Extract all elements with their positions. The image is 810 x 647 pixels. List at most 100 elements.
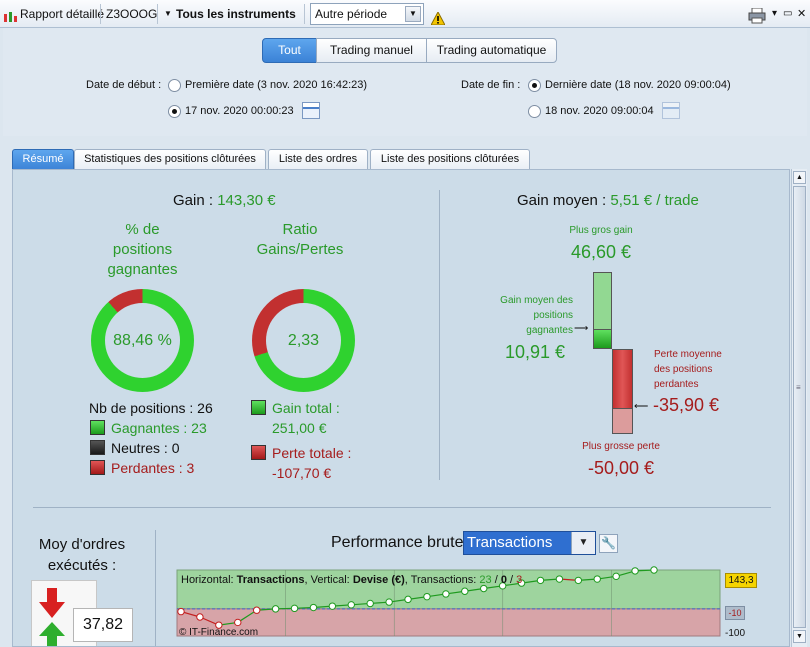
start-date-label: Date de début : bbox=[86, 79, 162, 91]
minimize-icon[interactable]: ▭ bbox=[783, 0, 792, 28]
avg-win-label: Gain moyen des positions gagnantes bbox=[500, 295, 573, 336]
total-gain-label: Gain total : bbox=[272, 400, 340, 416]
chart-point bbox=[385, 598, 393, 606]
performance-title: Performance brute bbox=[331, 534, 464, 551]
chart-point bbox=[593, 575, 601, 583]
avg-win-value: 10,91 € bbox=[505, 342, 566, 362]
winners-swatch bbox=[90, 420, 105, 435]
winners-count: Gagnantes : 23 bbox=[111, 420, 207, 436]
scroll-grip-icon: ≡ bbox=[796, 383, 801, 392]
orders-divider bbox=[155, 530, 156, 646]
biggest-loss-value: -50,00 € bbox=[587, 458, 655, 478]
chart-point bbox=[574, 576, 583, 585]
biggest-loss-label: Plus grosse perte bbox=[582, 441, 660, 452]
scroll-up-icon[interactable]: ▲ bbox=[793, 171, 806, 184]
printer-icon[interactable] bbox=[748, 6, 766, 24]
chart-point bbox=[347, 601, 355, 609]
chart-point bbox=[442, 590, 450, 598]
start-custom-radio[interactable] bbox=[168, 105, 181, 118]
chart-legend: Horizontal: Transactions, Vertical: Devi… bbox=[181, 574, 523, 586]
instruments-dropdown-icon[interactable]: ▼ bbox=[164, 0, 172, 28]
tab-orders[interactable]: Liste des ordres bbox=[268, 149, 368, 170]
neutrals-swatch bbox=[90, 440, 105, 455]
performance-select[interactable]: Transactions ▼ bbox=[463, 531, 596, 555]
total-loss-label: Perte totale : bbox=[272, 445, 352, 461]
end-last-label: Dernière date (18 nov. 2020 09:00:04) bbox=[545, 79, 731, 91]
report-icon bbox=[3, 7, 18, 22]
chart-point bbox=[404, 595, 412, 604]
start-first-label: Première date (3 nov. 2020 16:42:23) bbox=[185, 79, 368, 91]
account-label[interactable]: Z3OOOG bbox=[106, 0, 157, 28]
tab-closed-list[interactable]: Liste des positions clôturées bbox=[370, 149, 530, 170]
start-first-radio[interactable] bbox=[168, 79, 181, 92]
chart-point bbox=[555, 575, 564, 583]
tab-summary[interactable]: Résumé bbox=[12, 149, 74, 170]
total-gain-value: 251,00 € bbox=[272, 420, 327, 436]
arrow-left-icon: ⟵ bbox=[634, 401, 649, 412]
scroll-thumb[interactable] bbox=[793, 186, 806, 628]
gain-value: 143,30 € bbox=[217, 192, 276, 209]
chevron-down-icon[interactable]: ▼ bbox=[405, 6, 421, 22]
end-last-radio[interactable] bbox=[528, 79, 541, 92]
report-button[interactable]: Rapport détaillé bbox=[20, 0, 104, 28]
period-select[interactable]: Autre période ▼ bbox=[310, 3, 424, 25]
chevron-down-icon[interactable]: ▼ bbox=[571, 532, 595, 554]
legend-h-value: Transactions bbox=[236, 574, 305, 586]
toolbar: Rapport détaillé Z3OOOG ▼ Tous les instr… bbox=[0, 0, 810, 28]
warning-icon[interactable] bbox=[430, 7, 446, 26]
segment-all[interactable]: Tout bbox=[262, 38, 317, 63]
divider bbox=[439, 190, 440, 480]
scroll-down-icon[interactable]: ▼ bbox=[793, 630, 806, 643]
chart-point bbox=[196, 613, 204, 621]
avg-loss-value: -35,90 € bbox=[653, 395, 720, 415]
total-loss-value: -107,70 € bbox=[272, 465, 332, 481]
chart-point bbox=[536, 576, 545, 585]
losers-count: Perdantes : 3 bbox=[111, 460, 195, 476]
end-date-label: Date de fin : bbox=[461, 79, 521, 91]
pin-icon[interactable]: ▾ bbox=[772, 0, 777, 28]
gain-label: Gain : bbox=[173, 192, 214, 209]
chart-point bbox=[271, 605, 280, 613]
chart-point bbox=[252, 606, 261, 614]
winpct-value: 88,46 % bbox=[113, 332, 172, 349]
legend-tx: , Transactions: bbox=[404, 574, 477, 586]
avg-heading: Gain moyen : 5,51 € / trade bbox=[517, 192, 699, 209]
chart-point bbox=[366, 599, 374, 608]
calendar-icon[interactable] bbox=[302, 102, 320, 119]
chart-point bbox=[234, 618, 242, 627]
chart-point bbox=[423, 592, 431, 601]
chart-point bbox=[309, 603, 318, 612]
orders-value: 37,82 bbox=[73, 608, 133, 642]
chart-copyright: © IT-Finance.com bbox=[179, 627, 259, 638]
period-value: Autre période bbox=[315, 7, 388, 21]
chart-point bbox=[461, 587, 469, 595]
wrench-icon[interactable]: 🔧 bbox=[599, 534, 618, 553]
avg-value: 5,51 € / trade bbox=[610, 192, 699, 209]
segment-manual[interactable]: Trading manuel bbox=[316, 38, 427, 63]
end-custom-radio[interactable] bbox=[528, 105, 541, 118]
loss-bar-avg bbox=[612, 349, 633, 409]
legend-wins: 23 bbox=[479, 574, 492, 586]
end-custom-label: 18 nov. 2020 09:00:04 bbox=[545, 105, 654, 117]
legend-v: , Vertical: bbox=[304, 574, 350, 586]
legend-h: Horizontal: bbox=[181, 574, 234, 586]
summary-panel: Gain : 143,30 € % de positions gagnantes… bbox=[12, 169, 790, 647]
legend-losses: 3 bbox=[516, 574, 523, 586]
tab-closed-stats[interactable]: Statistiques des positions clôturées bbox=[74, 149, 266, 170]
segment-auto[interactable]: Trading automatique bbox=[426, 38, 557, 63]
chart-point bbox=[328, 602, 337, 610]
biggest-gain-value: 46,60 € bbox=[570, 242, 632, 262]
calendar-icon[interactable] bbox=[662, 102, 680, 119]
instruments-dropdown[interactable]: Tous les instruments bbox=[176, 0, 296, 28]
losers-swatch bbox=[90, 460, 105, 475]
ratio-value: 2,33 bbox=[287, 332, 320, 349]
chart-point bbox=[631, 567, 639, 575]
vertical-scrollbar[interactable]: ▲ ≡ ▼ bbox=[791, 169, 807, 647]
close-icon[interactable]: ✕ bbox=[797, 0, 806, 28]
orders-title: Moy d'ordres exécutés : bbox=[38, 536, 126, 574]
winpct-title: % de positions gagnantes bbox=[107, 221, 178, 278]
legend-v-value: Devise (€) bbox=[352, 574, 405, 586]
chart-point bbox=[612, 572, 620, 581]
chart-point bbox=[650, 566, 658, 574]
gain-bar-avg bbox=[593, 329, 612, 349]
